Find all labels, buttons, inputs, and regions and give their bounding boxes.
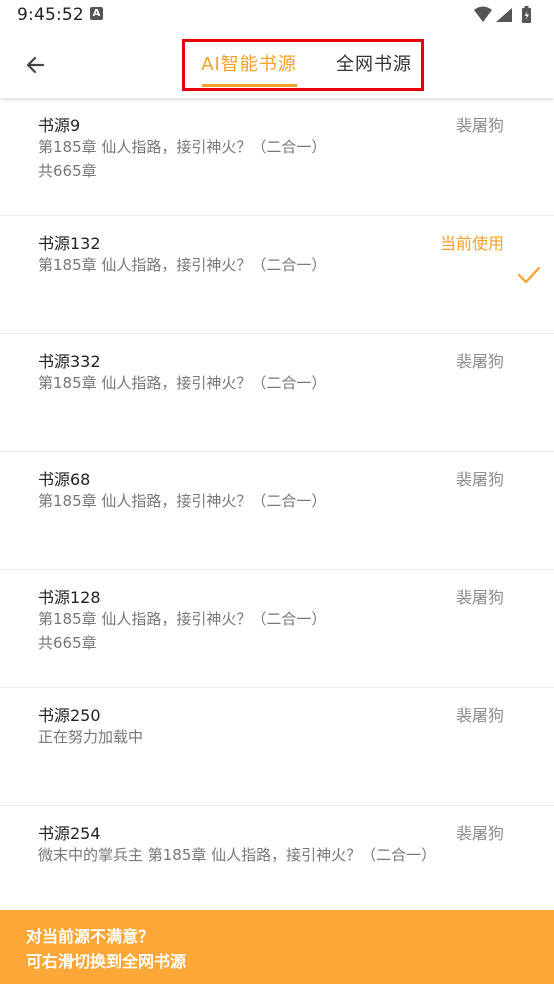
- wifi-icon: [474, 6, 492, 22]
- source-row[interactable]: 书源250 正在努力加载中 裴屠狗: [0, 688, 554, 806]
- source-author: 裴屠狗: [455, 588, 504, 607]
- source-latest-chapter: 微末中的掌兵主 第185章 仙人指路，接引神火？（二合一）: [38, 846, 437, 864]
- source-author: 裴屠狗: [455, 470, 504, 489]
- tab-ai-sources[interactable]: AI智能书源: [199, 42, 299, 88]
- status-time: 9:45:52: [17, 5, 84, 25]
- switch-source-banner[interactable]: 对当前源不满意？ 可右滑切换到全网书源: [0, 910, 554, 984]
- status-icons: [472, 5, 542, 25]
- source-latest-chapter: 第185章 仙人指路，接引神火？（二合一）: [38, 374, 327, 392]
- status-bar: 9:45:52 A: [0, 0, 554, 32]
- source-title: 书源254: [38, 824, 101, 843]
- source-row[interactable]: 书源132 第185章 仙人指路，接引神火？（二合一） 当前使用: [0, 216, 554, 334]
- current-source-badge: 当前使用: [439, 234, 504, 253]
- battery-icon: [522, 6, 531, 23]
- tab-all-sources[interactable]: 全网书源: [333, 42, 415, 88]
- banner-question: 对当前源不满意？: [26, 927, 155, 946]
- source-loading-text: 正在努力加载中: [38, 728, 144, 746]
- signal-icon: [496, 8, 512, 22]
- source-author: 裴屠狗: [455, 706, 504, 725]
- source-latest-chapter: 第185章 仙人指路，接引神火？（二合一）: [38, 492, 327, 510]
- source-latest-chapter: 第185章 仙人指路，接引神火？（二合一）: [38, 138, 327, 156]
- source-chapter-count: 共665章: [38, 634, 97, 652]
- source-author: 裴屠狗: [455, 116, 504, 135]
- source-author: 裴屠狗: [455, 352, 504, 371]
- source-row[interactable]: 书源9 第185章 仙人指路，接引神火？（二合一） 共665章 裴屠狗: [0, 98, 554, 216]
- source-row[interactable]: 书源68 第185章 仙人指路，接引神火？（二合一） 裴屠狗: [0, 452, 554, 570]
- source-latest-chapter: 第185章 仙人指路，接引神火？（二合一）: [38, 256, 327, 274]
- back-button[interactable]: [18, 48, 52, 82]
- banner-hint: 可右滑切换到全网书源: [26, 952, 187, 971]
- source-latest-chapter: 第185章 仙人指路，接引神火？（二合一）: [38, 610, 327, 628]
- source-title: 书源68: [38, 470, 91, 489]
- app-bar: AI智能书源 全网书源: [0, 32, 554, 98]
- source-title: 书源128: [38, 588, 101, 607]
- source-row[interactable]: 书源128 第185章 仙人指路，接引神火？（二合一） 共665章 裴屠狗: [0, 570, 554, 688]
- source-row[interactable]: 书源254 微末中的掌兵主 第185章 仙人指路，接引神火？（二合一） 裴屠狗: [0, 806, 554, 906]
- source-title: 书源332: [38, 352, 101, 371]
- tab-bar: AI智能书源 全网书源: [182, 39, 424, 91]
- source-row[interactable]: 书源332 第185章 仙人指路，接引神火？（二合一） 裴屠狗: [0, 334, 554, 452]
- arrow-left-icon: [26, 56, 45, 74]
- source-title: 书源250: [38, 706, 101, 725]
- source-title: 书源9: [38, 116, 81, 135]
- source-chapter-count: 共665章: [38, 162, 97, 180]
- notification-icon: A: [90, 7, 103, 20]
- source-author: 裴屠狗: [455, 824, 504, 843]
- source-title: 书源132: [38, 234, 101, 253]
- check-icon: [517, 266, 541, 284]
- source-list: 书源9 第185章 仙人指路，接引神火？（二合一） 共665章 裴屠狗 书源13…: [0, 98, 554, 906]
- active-tab-indicator: [202, 84, 297, 87]
